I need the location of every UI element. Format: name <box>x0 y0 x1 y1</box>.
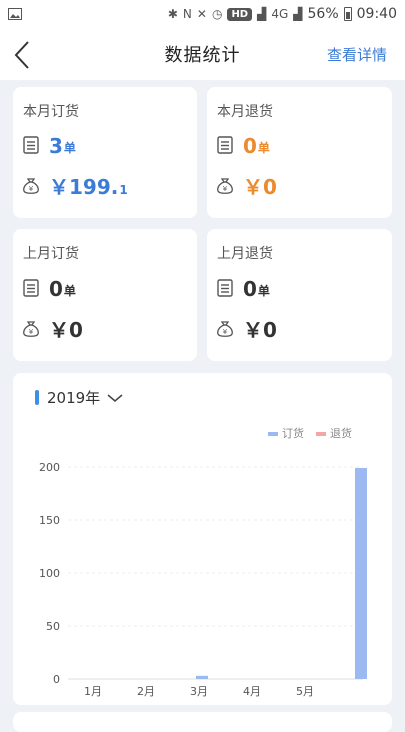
y-tick-label: 50 <box>46 620 60 633</box>
x-tick-label: 4月 <box>243 685 261 698</box>
card-last-month-orders[interactable]: 上月订货 0 单 ¥ ￥0 <box>13 229 197 361</box>
card-this-month-orders[interactable]: 本月订货 3 单 ¥ ￥199. 1 <box>13 87 197 218</box>
chart-card: 2019年 订货 退货 0 50 100 150 200 1月 2月 3月 4月 5月 <box>13 373 392 705</box>
mute-icon: ✕ <box>196 7 207 21</box>
y-tick-label: 0 <box>53 673 60 686</box>
nav-bar: 数据统计 查看详情 <box>0 28 405 80</box>
svg-text:¥: ¥ <box>223 328 228 336</box>
bluetooth-icon: ✱ <box>167 7 178 21</box>
clock: 09:40 <box>356 6 397 22</box>
money-bag-icon: ¥ <box>217 321 233 337</box>
card-label: 本月退货 <box>217 104 273 120</box>
signal-icon: ▟ <box>257 7 267 21</box>
order-count: 3 <box>49 134 63 158</box>
order-list-icon <box>217 136 233 154</box>
bar-orders <box>196 675 208 679</box>
bar-orders <box>355 467 367 679</box>
money-bag-icon: ¥ <box>23 321 39 337</box>
alarm-icon: ◷ <box>211 7 223 21</box>
x-tick-label: 3月 <box>190 685 208 698</box>
order-list-icon <box>23 279 39 297</box>
card-last-month-returns[interactable]: 上月退货 0 单 ¥ ￥0 <box>207 229 392 361</box>
return-amount: ￥0 <box>243 175 277 199</box>
return-count: 0 <box>243 134 257 158</box>
hd-badge: HD <box>227 7 253 21</box>
order-amount-decimal: 1 <box>119 183 128 197</box>
return-count: 0 <box>243 277 257 301</box>
battery-percent: 56% <box>307 6 339 22</box>
y-tick-label: 200 <box>39 461 60 474</box>
chevron-left-icon <box>14 41 29 69</box>
x-tick-label: 5月 <box>296 685 314 698</box>
order-unit: 单 <box>63 141 76 155</box>
status-bar: ✱ N ✕ ◷ HD ▟ 4G ▟ 56% 09:40 <box>0 0 405 28</box>
order-unit: 单 <box>63 284 76 298</box>
x-tick-label: 2月 <box>137 685 155 698</box>
card-label: 上月订货 <box>23 246 79 262</box>
battery-icon <box>343 7 352 21</box>
view-details-link[interactable]: 查看详情 <box>327 44 387 65</box>
money-bag-icon: ¥ <box>23 178 39 194</box>
order-list-icon <box>217 279 233 297</box>
svg-text:¥: ¥ <box>223 185 228 193</box>
return-unit: 单 <box>257 284 270 298</box>
order-amount: ￥199. <box>49 175 119 199</box>
image-notification-icon <box>8 8 22 20</box>
next-card-edge <box>13 712 392 732</box>
order-count: 0 <box>49 277 63 301</box>
y-tick-label: 150 <box>39 514 60 527</box>
return-unit: 单 <box>257 141 270 155</box>
nfc-icon: N <box>182 7 192 21</box>
order-amount: ￥0 <box>49 318 83 342</box>
page-title: 数据统计 <box>164 45 241 66</box>
return-amount: ￥0 <box>243 318 277 342</box>
network-type: 4G <box>271 7 289 21</box>
x-tick-label: 1月 <box>84 685 102 698</box>
svg-text:¥: ¥ <box>29 328 34 336</box>
signal-icon: ▟ <box>293 7 303 21</box>
card-label: 本月订货 <box>23 104 79 120</box>
y-tick-label: 100 <box>39 567 60 580</box>
order-list-icon <box>23 136 39 154</box>
card-this-month-returns[interactable]: 本月退货 0 单 ¥ ￥0 <box>207 87 392 218</box>
back-button[interactable] <box>14 40 42 70</box>
card-label: 上月退货 <box>217 246 273 262</box>
bar-chart: 0 50 100 150 200 1月 2月 3月 4月 5月 <box>39 461 367 698</box>
money-bag-icon: ¥ <box>217 178 233 194</box>
svg-text:¥: ¥ <box>29 185 34 193</box>
